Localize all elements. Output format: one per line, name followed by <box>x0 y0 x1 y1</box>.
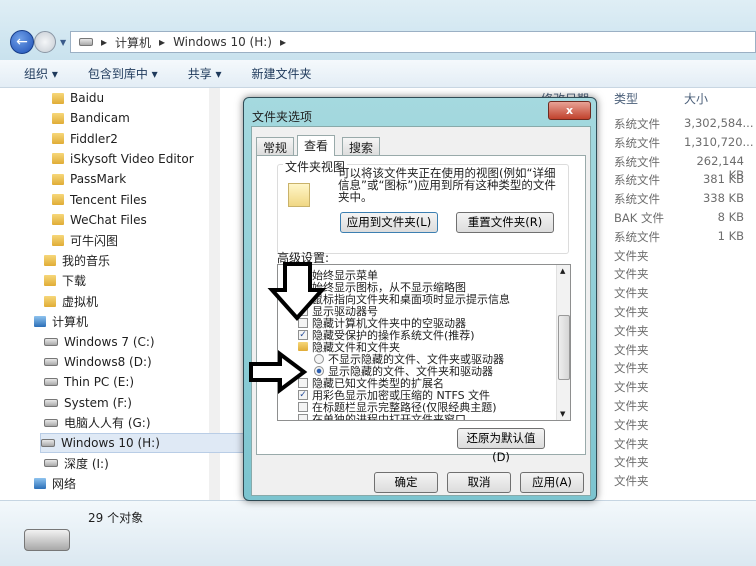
annotation-arrows <box>249 262 327 394</box>
tab-view[interactable]: 查看 <box>297 135 336 156</box>
right-arrow-icon <box>249 350 308 394</box>
down-arrow-icon <box>267 262 327 322</box>
